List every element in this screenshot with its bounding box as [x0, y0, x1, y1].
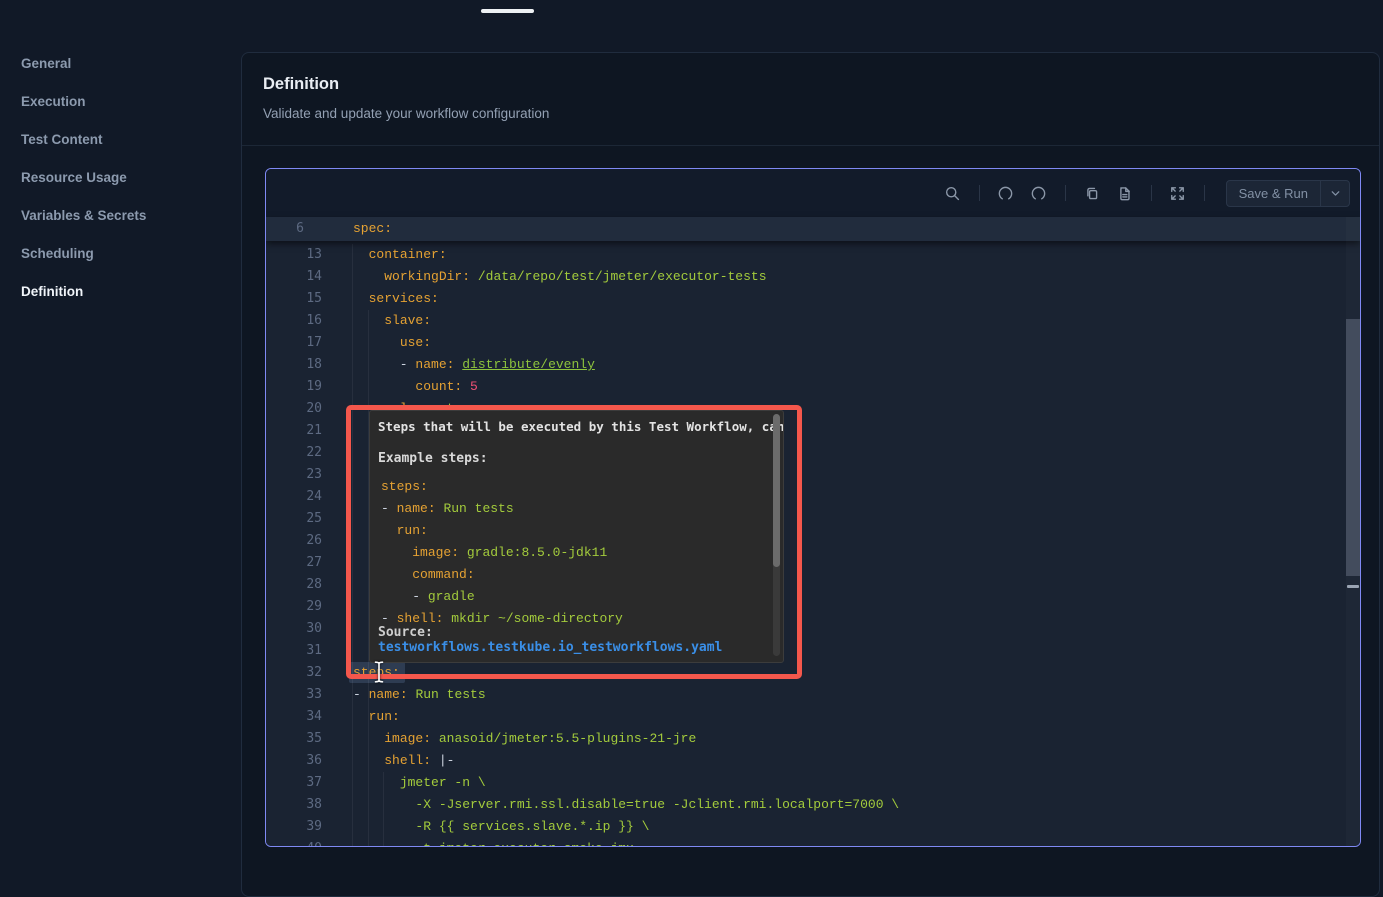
redo-icon[interactable] — [1028, 182, 1050, 204]
code-line-35[interactable]: 35 image: anasoid/jmeter:5.5-plugins-21-… — [266, 728, 1360, 750]
sidebar: GeneralExecutionTest ContentResource Usa… — [0, 45, 241, 311]
line-number: 24 — [266, 486, 322, 508]
code-line-18[interactable]: 18 - name: distribute/evenly — [266, 354, 1360, 376]
undo-icon[interactable] — [995, 182, 1017, 204]
line-number: 25 — [266, 508, 322, 530]
line-number: 13 — [266, 244, 322, 266]
copy-icon[interactable] — [1081, 182, 1103, 204]
panel-divider — [242, 145, 1379, 146]
sidebar-item-scheduling[interactable]: Scheduling — [0, 235, 241, 273]
line-content: jmeter -n \ — [353, 772, 486, 794]
line-number: 34 — [266, 706, 322, 728]
scrollbar-cursor-marker — [1347, 585, 1359, 588]
line-number: 26 — [266, 530, 322, 552]
sticky-scroll-line[interactable]: 6 spec: — [266, 217, 1360, 241]
line-number: 33 — [266, 684, 322, 706]
line-content: -R {{ services.slave.*.ip }} \ — [353, 816, 649, 838]
definition-panel: Definition Validate and update your work… — [241, 52, 1380, 897]
line-number: 39 — [266, 816, 322, 838]
editor-scrollbar[interactable] — [1346, 217, 1360, 846]
line-content: count: 5 — [353, 376, 478, 398]
line-content: -t jmeter-executor-smoke.jmx — [353, 838, 634, 847]
sidebar-item-variables-secrets[interactable]: Variables & Secrets — [0, 197, 241, 235]
line-number: 17 — [266, 332, 322, 354]
line-number: 37 — [266, 772, 322, 794]
page-subtitle: Validate and update your workflow config… — [263, 106, 549, 121]
code-line-16[interactable]: 16 slave: — [266, 310, 1360, 332]
line-number: 28 — [266, 574, 322, 596]
line-number: 36 — [266, 750, 322, 772]
line-content: shell: |- — [353, 750, 454, 772]
scrollbar-thumb[interactable] — [1346, 319, 1360, 576]
code-line-13[interactable]: 13 container: — [266, 244, 1360, 266]
line-content: run: — [353, 706, 400, 728]
page: { "top_indicator": { "style": "drag-hand… — [0, 0, 1383, 877]
code-line-37[interactable]: 37 jmeter -n \ — [266, 772, 1360, 794]
line-content: image: anasoid/jmeter:5.5-plugins-21-jre — [353, 728, 696, 750]
line-content: workingDir: /data/repo/test/jmeter/execu… — [353, 266, 767, 288]
code-line-38[interactable]: 38 -X -Jserver.rmi.ssl.disable=true -Jcl… — [266, 794, 1360, 816]
toolbar-divider — [1151, 185, 1152, 201]
chevron-down-icon[interactable] — [1321, 187, 1349, 200]
line-number: 29 — [266, 596, 322, 618]
sidebar-item-general[interactable]: General — [0, 45, 241, 83]
line-number: 14 — [266, 266, 322, 288]
line-number: 35 — [266, 728, 322, 750]
line-content: slave: — [353, 310, 431, 332]
line-number: 18 — [266, 354, 322, 376]
code-area[interactable]: 13 container:14 workingDir: /data/repo/t… — [266, 217, 1360, 846]
line-content: services: — [353, 288, 439, 310]
text-cursor-icon — [372, 660, 386, 688]
code-line-34[interactable]: 34 run: — [266, 706, 1360, 728]
save-and-run-label: Save & Run — [1227, 186, 1320, 201]
code-line-36[interactable]: 36 shell: |- — [266, 750, 1360, 772]
code-line-17[interactable]: 17 use: — [266, 332, 1360, 354]
code-line-15[interactable]: 15 services: — [266, 288, 1360, 310]
toolbar-divider — [1065, 185, 1066, 201]
expand-icon[interactable] — [1167, 182, 1189, 204]
sidebar-item-resource-usage[interactable]: Resource Usage — [0, 159, 241, 197]
line-number: 38 — [266, 794, 322, 816]
toolbar-divider — [979, 185, 980, 201]
file-icon[interactable] — [1114, 182, 1136, 204]
line-number: 23 — [266, 464, 322, 486]
line-number: 40 — [266, 838, 322, 847]
code-line-39[interactable]: 39 -R {{ services.slave.*.ip }} \ — [266, 816, 1360, 838]
yaml-editor[interactable]: Save & Run 13 container:14 workingDir: /… — [265, 168, 1361, 847]
line-number: 16 — [266, 310, 322, 332]
code-line-40[interactable]: 40 -t jmeter-executor-smoke.jmx — [266, 838, 1360, 847]
window-drag-indicator — [481, 9, 534, 13]
line-content: use: — [353, 332, 431, 354]
sticky-line-number: 6 — [266, 217, 304, 241]
search-icon[interactable] — [942, 182, 964, 204]
line-number: 21 — [266, 420, 322, 442]
sidebar-item-execution[interactable]: Execution — [0, 83, 241, 121]
sticky-line-code: spec: — [353, 217, 392, 241]
save-and-run-button[interactable]: Save & Run — [1226, 180, 1350, 207]
line-number: 20 — [266, 398, 322, 420]
line-content: -X -Jserver.rmi.ssl.disable=true -Jclien… — [353, 794, 899, 816]
sidebar-item-definition[interactable]: Definition — [0, 273, 241, 311]
line-number: 27 — [266, 552, 322, 574]
line-number: 31 — [266, 640, 322, 662]
line-content: container: — [353, 244, 447, 266]
page-title: Definition — [263, 75, 339, 94]
annotation-highlight-box — [346, 405, 802, 679]
editor-toolbar: Save & Run — [266, 169, 1360, 217]
line-number: 15 — [266, 288, 322, 310]
code-line-33[interactable]: 33- name: Run tests — [266, 684, 1360, 706]
line-content: - name: distribute/evenly — [353, 354, 595, 376]
line-number: 32 — [266, 662, 322, 684]
line-number: 19 — [266, 376, 322, 398]
sidebar-item-test-content[interactable]: Test Content — [0, 121, 241, 159]
line-number: 22 — [266, 442, 322, 464]
code-line-19[interactable]: 19 count: 5 — [266, 376, 1360, 398]
code-line-14[interactable]: 14 workingDir: /data/repo/test/jmeter/ex… — [266, 266, 1360, 288]
toolbar-divider — [1204, 185, 1205, 201]
line-number: 30 — [266, 618, 322, 640]
